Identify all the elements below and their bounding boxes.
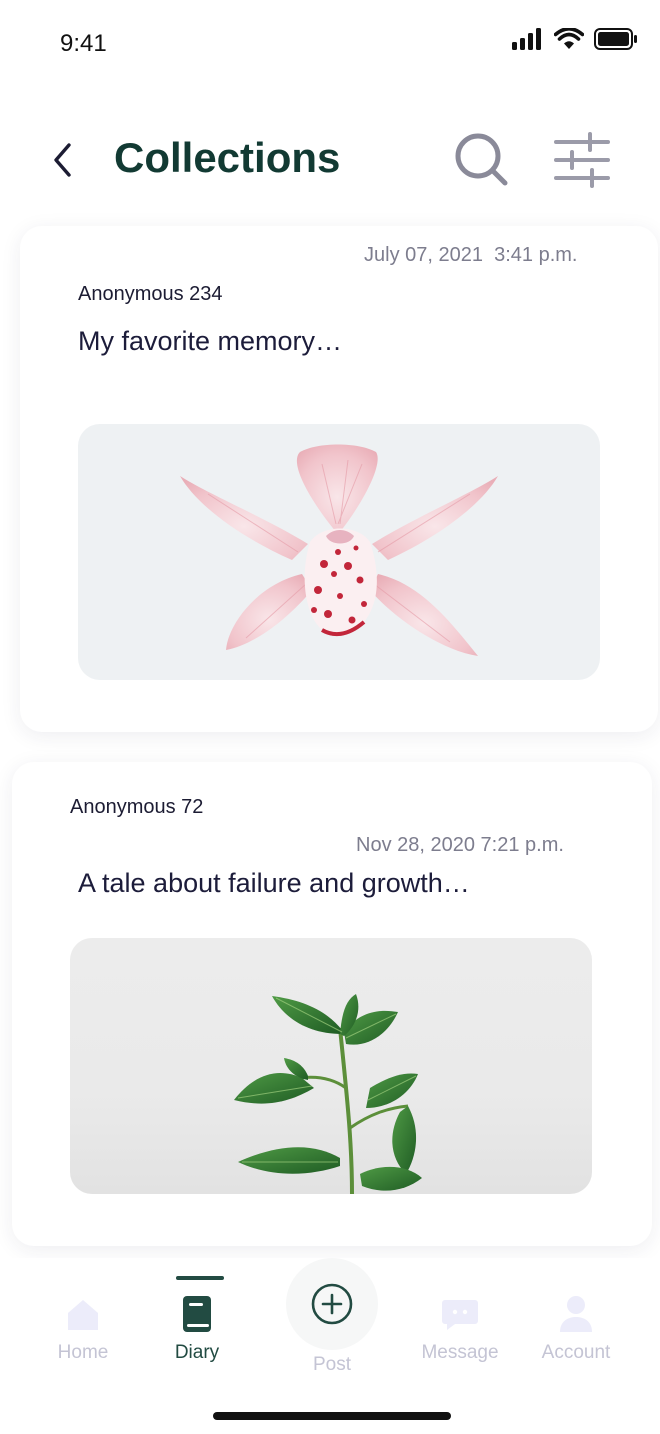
post-timestamp: July 07, 2021 3:41 p.m. xyxy=(364,244,578,267)
home-icon xyxy=(63,1294,103,1334)
tab-bar: Home Diary Post Message Account xyxy=(0,1258,660,1434)
post-image-plant[interactable] xyxy=(70,938,592,1194)
post-image-orchid[interactable] xyxy=(78,424,600,680)
tab-post-label: Post xyxy=(312,1354,352,1375)
tab-diary[interactable]: Diary xyxy=(142,1294,252,1364)
back-button[interactable] xyxy=(40,138,84,182)
header: Collections xyxy=(0,120,660,200)
post-excerpt: A tale about failure and growth… xyxy=(78,868,470,898)
sliders-icon xyxy=(554,132,610,188)
message-icon xyxy=(440,1294,480,1334)
post-author: Anonymous 234 xyxy=(78,283,223,305)
post-excerpt: My favorite memory… xyxy=(78,326,343,356)
active-tab-indicator xyxy=(176,1276,224,1280)
tab-message[interactable]: Message xyxy=(405,1294,515,1364)
status-bar: 9:41 xyxy=(0,0,660,90)
tab-account[interactable]: Account xyxy=(521,1294,631,1364)
book-icon xyxy=(177,1294,217,1334)
post-time: 7:21 p.m. xyxy=(480,834,564,856)
tab-post[interactable]: Post xyxy=(277,1354,387,1376)
wifi-icon xyxy=(554,28,584,49)
post-time: 3:41 p.m. xyxy=(494,244,578,266)
post-date: Nov 28, 2020 xyxy=(356,834,475,856)
post-button[interactable] xyxy=(286,1258,378,1350)
orchid-illustration xyxy=(180,444,498,656)
tab-home-label: Home xyxy=(57,1342,109,1363)
home-indicator xyxy=(213,1412,451,1420)
post-author: Anonymous 72 xyxy=(70,796,204,818)
cellular-signal-icon xyxy=(512,28,541,50)
user-icon xyxy=(556,1294,596,1334)
tab-message-label: Message xyxy=(421,1342,499,1363)
tab-account-label: Account xyxy=(541,1342,611,1363)
chevron-left-icon xyxy=(54,143,71,177)
search-icon xyxy=(455,133,508,186)
page-title: Collections xyxy=(114,134,341,181)
post-timestamp: Nov 28, 2020 7:21 p.m. xyxy=(356,834,564,857)
tab-home[interactable]: Home xyxy=(28,1294,138,1364)
plant-illustration xyxy=(234,994,422,1194)
status-time: 9:41 xyxy=(60,30,107,57)
tab-diary-label: Diary xyxy=(174,1342,220,1363)
post-card[interactable]: July 07, 2021 3:41 p.m. Anonymous 234 My… xyxy=(20,226,658,732)
plus-circle-icon xyxy=(311,1283,353,1325)
battery-icon xyxy=(594,28,637,50)
search-button[interactable] xyxy=(452,130,512,190)
post-date: July 07, 2021 xyxy=(364,244,483,266)
filter-button[interactable] xyxy=(550,130,614,190)
post-card[interactable]: Anonymous 72 Nov 28, 2020 7:21 p.m. A ta… xyxy=(12,762,652,1246)
status-icons xyxy=(512,28,638,50)
